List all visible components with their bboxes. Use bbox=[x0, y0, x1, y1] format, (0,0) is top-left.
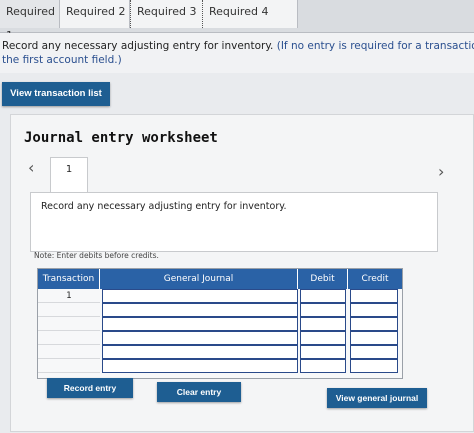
tab-required-1[interactable]: Required 1 bbox=[0, 0, 60, 42]
account-input[interactable] bbox=[102, 303, 298, 317]
credit-input[interactable] bbox=[350, 289, 398, 303]
view-general-journal-button[interactable]: View general journal bbox=[327, 388, 427, 408]
debits-note: Note: Enter debits before credits. bbox=[34, 251, 159, 260]
transaction-cell bbox=[38, 303, 100, 317]
table-row bbox=[38, 303, 402, 317]
account-input[interactable] bbox=[102, 331, 298, 345]
tab-bar: Required 1 Required 2 Required 3 Require… bbox=[0, 0, 474, 42]
chevron-left-icon[interactable]: ‹ bbox=[28, 158, 34, 177]
table-row bbox=[38, 359, 402, 373]
chevron-right-icon[interactable]: › bbox=[438, 162, 444, 181]
worksheet-description-box: Record any necessary adjusting entry for… bbox=[30, 192, 438, 252]
tab-required-2[interactable]: Required 2 bbox=[60, 0, 130, 28]
credit-input[interactable] bbox=[350, 345, 398, 359]
debit-input[interactable] bbox=[300, 317, 346, 331]
credit-input[interactable] bbox=[350, 331, 398, 345]
instruction-text: Record any necessary adjusting entry for… bbox=[0, 33, 474, 73]
table-row: 1 bbox=[38, 289, 402, 303]
debit-input[interactable] bbox=[300, 289, 346, 303]
header-debit: Debit bbox=[298, 269, 348, 289]
header-credit: Credit bbox=[348, 269, 402, 289]
debit-input[interactable] bbox=[300, 331, 346, 345]
transaction-cell: 1 bbox=[38, 289, 100, 303]
worksheet-description: Record any necessary adjusting entry for… bbox=[41, 201, 287, 212]
account-input[interactable] bbox=[102, 289, 298, 303]
debit-input[interactable] bbox=[300, 359, 346, 373]
header-transaction: Transaction bbox=[38, 269, 100, 289]
account-input[interactable] bbox=[102, 359, 298, 373]
tab-required-4[interactable]: Required 4 bbox=[203, 0, 298, 28]
credit-input[interactable] bbox=[350, 303, 398, 317]
worksheet-page-tab[interactable]: 1 bbox=[50, 157, 88, 194]
instruction-main: Record any necessary adjusting entry for… bbox=[2, 40, 274, 52]
instruction-note-line2: the first account field.) bbox=[2, 54, 122, 66]
transaction-cell bbox=[38, 331, 100, 345]
worksheet-title: Journal entry worksheet bbox=[24, 130, 218, 146]
table-row bbox=[38, 317, 402, 331]
credit-input[interactable] bbox=[350, 317, 398, 331]
transaction-cell bbox=[38, 359, 100, 373]
debit-input[interactable] bbox=[300, 345, 346, 359]
header-general-journal: General Journal bbox=[100, 269, 298, 289]
tab-required-3[interactable]: Required 3 bbox=[130, 0, 203, 28]
transaction-cell bbox=[38, 345, 100, 359]
account-input[interactable] bbox=[102, 317, 298, 331]
credit-input[interactable] bbox=[350, 359, 398, 373]
clear-entry-button[interactable]: Clear entry bbox=[157, 382, 241, 402]
transaction-cell bbox=[38, 317, 100, 331]
table-row bbox=[38, 331, 402, 345]
record-entry-button[interactable]: Record entry bbox=[47, 378, 133, 398]
journal-table: Transaction General Journal Debit Credit… bbox=[37, 268, 403, 379]
account-input[interactable] bbox=[102, 345, 298, 359]
view-transaction-list-button[interactable]: View transaction list bbox=[2, 82, 110, 106]
instruction-note: (If no entry is required for a transacti… bbox=[276, 40, 474, 52]
debit-input[interactable] bbox=[300, 303, 346, 317]
table-row bbox=[38, 345, 402, 359]
